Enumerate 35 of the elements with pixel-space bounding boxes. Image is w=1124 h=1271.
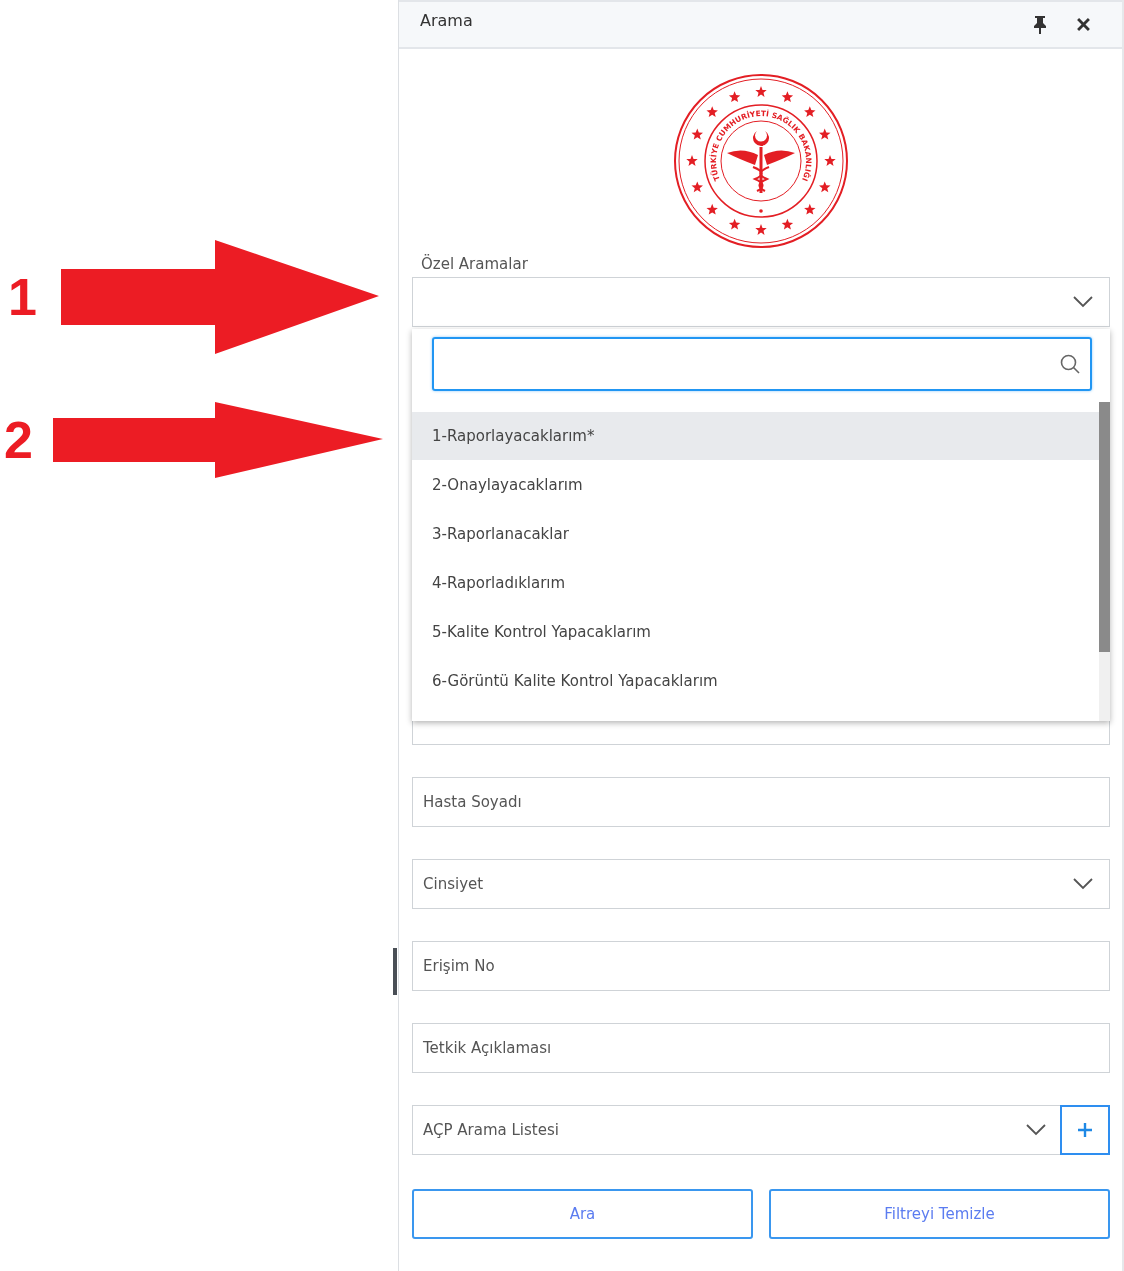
chevron-down-icon <box>1073 296 1093 308</box>
annotation-number: 1 <box>8 271 37 323</box>
scrollbar[interactable] <box>1099 402 1110 721</box>
dropdown-option[interactable]: 5-Kalite Kontrol Yapacaklarım <box>412 608 1099 656</box>
select-field[interactable]: AÇP Arama Listesi <box>412 1105 1060 1155</box>
field-label: Özel Aramalar <box>421 254 529 274</box>
placeholder-text: Erişim No <box>423 957 495 975</box>
placeholder-text: Cinsiyet <box>423 875 484 893</box>
panel-title: Arama <box>420 11 474 30</box>
clear-filter-button[interactable]: Filtreyi Temizle <box>769 1189 1110 1239</box>
dropdown-option[interactable]: 6-Görüntü Kalite Kontrol Yapacaklarım <box>412 657 1099 705</box>
dropdown-option[interactable]: 3-Raporlanacaklar <box>412 510 1099 558</box>
placeholder-text: AÇP Arama Listesi <box>423 1121 559 1139</box>
search-field[interactable] <box>432 337 1092 391</box>
close-icon[interactable] <box>1077 18 1090 31</box>
chevron-down-icon <box>1073 878 1093 890</box>
add-button[interactable] <box>1060 1105 1110 1155</box>
chevron-down-icon <box>1026 1124 1046 1136</box>
scrollbar-thumb[interactable] <box>1099 402 1110 652</box>
annotation-number: 2 <box>4 414 33 466</box>
select-field[interactable]: Cinsiyet <box>412 859 1110 909</box>
placeholder-text: Tetkik Açıklaması <box>423 1039 552 1057</box>
plus-icon <box>1077 1122 1093 1138</box>
splitter-handle[interactable] <box>393 948 397 995</box>
select-field[interactable] <box>412 277 1110 327</box>
placeholder-text: Hasta Soyadı <box>423 793 522 811</box>
input-field[interactable]: Erişim No <box>412 941 1110 991</box>
input-field[interactable]: Hasta Soyadı <box>412 777 1110 827</box>
pin-icon[interactable] <box>1033 15 1047 34</box>
dropdown-option[interactable]: 2-Onaylayacaklarım <box>412 461 1099 509</box>
dropdown-option[interactable]: 1-Raporlayacaklarım* <box>412 412 1099 460</box>
search-button[interactable]: Ara <box>412 1189 753 1239</box>
search-icon <box>1060 354 1080 374</box>
input-field[interactable]: Tetkik Açıklaması <box>412 1023 1110 1073</box>
dropdown-option[interactable]: 4-Raporladıklarım <box>412 559 1099 607</box>
